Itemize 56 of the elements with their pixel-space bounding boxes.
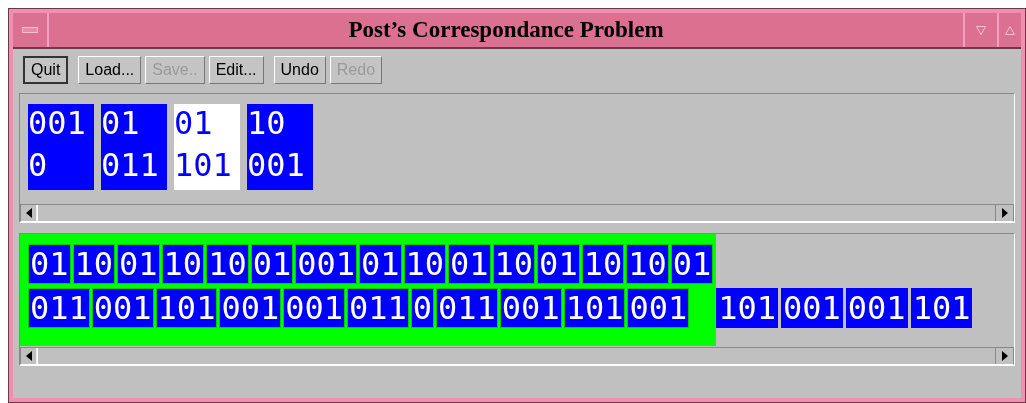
string-tile: 001 [283,288,345,328]
string-tile: 011 [436,288,498,328]
string-tile: 001 [845,288,908,328]
domino-top-string: 01 [101,104,141,144]
horizontal-scrollbar[interactable] [20,347,1014,365]
string-tile: 10 [492,244,536,284]
toolbar-button[interactable]: Load... [78,56,142,84]
string-tile: 10 [403,244,447,284]
string-tile: 001 [91,288,154,328]
domino-card[interactable]: 01 101 [174,104,240,190]
horizontal-scrollbar[interactable] [20,204,1014,222]
string-tile: 001 [781,288,843,328]
right-arrow-icon [1001,208,1008,218]
string-tile: 001 [219,288,282,328]
domino-bottom-string: 001 [247,146,306,186]
toolbar-button[interactable]: Quit [23,56,69,84]
right-arrow-icon [1001,351,1008,361]
string-tile: 001 [295,244,357,284]
menu-bar-icon [22,27,38,33]
domino-card[interactable]: 01 011 [101,104,167,190]
string-tile: 001 [627,288,690,328]
string-tile: 01 [359,244,402,284]
toolbar-button[interactable]: Edit... [208,56,264,84]
string-tile: 101 [563,288,626,328]
domino-top-string: 10 [247,104,287,144]
domino-bottom-string: 101 [174,146,233,186]
string-tile: 10 [581,244,625,284]
domino-top-string: 001 [28,104,87,144]
string-tile: 01 [670,244,714,284]
string-tile: 011 [347,288,409,328]
string-tile: 01 [250,244,294,284]
string-tile: 10 [206,244,249,284]
string-tile: 101 [155,288,218,328]
string-tile: 10 [72,244,116,284]
string-tile: 01 [28,244,71,284]
window-title: Post’s Correspondance Problem [347,16,665,44]
up-triangle-icon [1005,25,1015,35]
domino-top-string: 01 [174,104,214,144]
string-tile: 101 [910,288,973,328]
string-tile: 01 [537,244,580,284]
left-arrow-icon [25,208,32,218]
domino-card[interactable]: 001 0 [28,104,94,190]
domino-bottom-string: 011 [101,146,160,186]
domino-card[interactable]: 10 001 [247,104,313,190]
string-tile: 011 [28,288,90,328]
string-tile: 10 [161,244,205,284]
toolbar-button[interactable]: Undo [273,56,326,84]
string-tile: 101 [716,288,779,328]
string-tile: 10 [626,244,669,284]
string-tile: 0 [410,288,435,328]
string-tile: 001 [499,288,562,328]
domino-bottom-string: 0 [28,146,49,186]
down-triangle-icon [976,25,986,35]
left-arrow-icon [25,351,32,361]
string-tile: 01 [448,244,491,284]
string-tile: 01 [117,244,160,284]
